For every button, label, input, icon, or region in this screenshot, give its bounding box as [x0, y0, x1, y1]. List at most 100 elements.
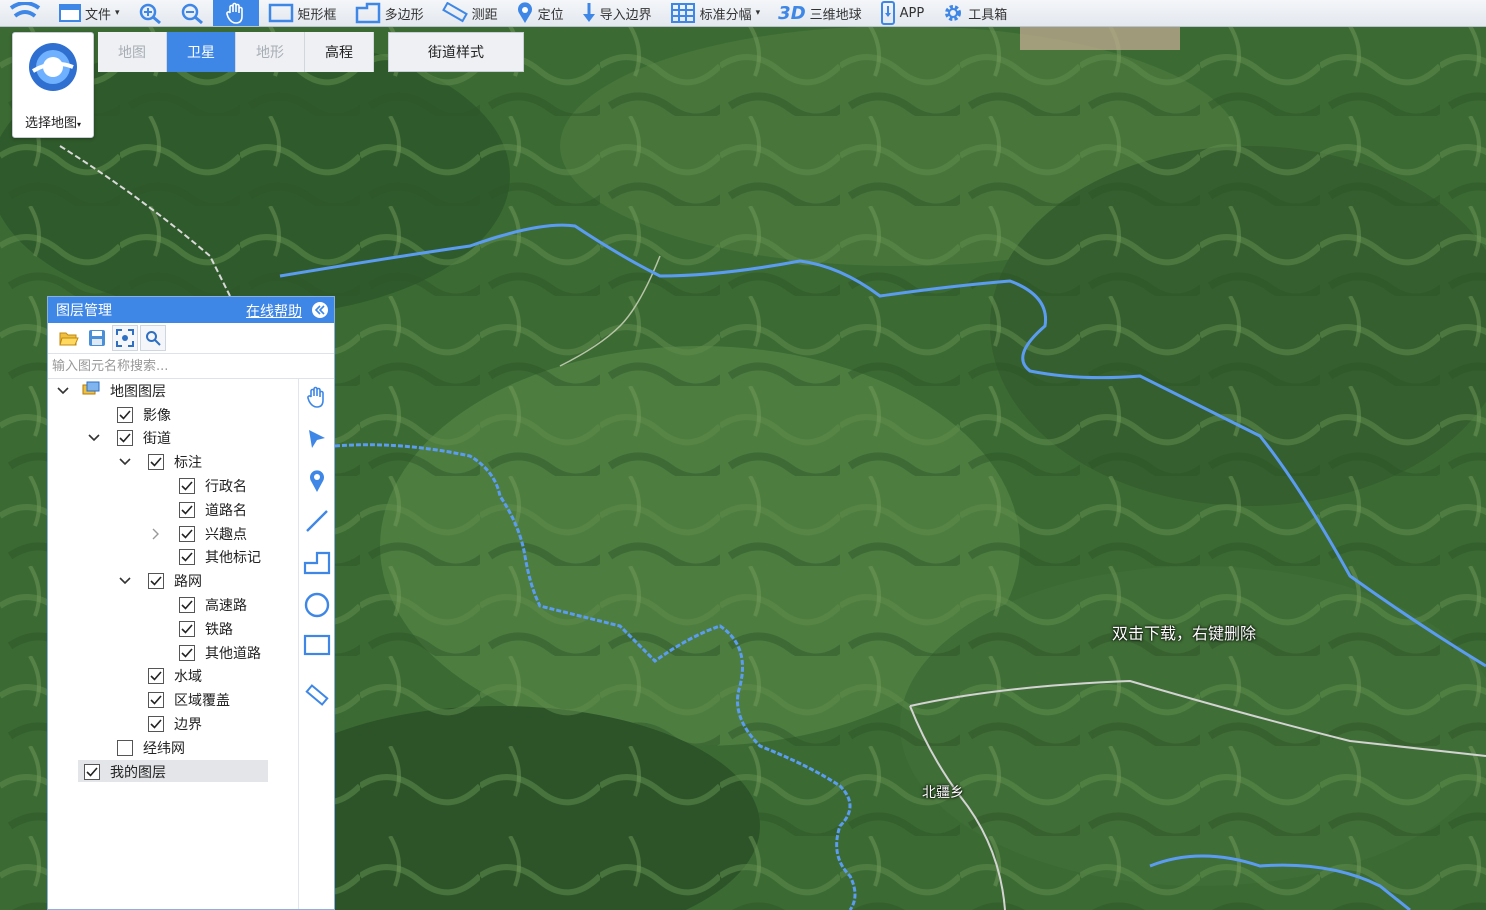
- gear-icon: [945, 5, 962, 21]
- rectangle-tool-button[interactable]: [301, 629, 333, 661]
- layer-checkbox[interactable]: [179, 549, 195, 566]
- map-type-map[interactable]: 地图: [98, 32, 167, 72]
- locate-button[interactable]: 定位: [507, 0, 573, 26]
- app-button[interactable]: APP: [871, 0, 934, 26]
- layer-checkbox[interactable]: [84, 763, 100, 780]
- layer-tree-item[interactable]: 其他标记: [48, 546, 296, 570]
- online-help-link[interactable]: 在线帮助: [246, 301, 302, 321]
- pan-button[interactable]: [212, 0, 259, 26]
- layer-tree-label: 高速路: [205, 598, 247, 615]
- layer-checkbox[interactable]: [179, 478, 195, 495]
- layer-checkbox[interactable]: [179, 620, 195, 637]
- layer-checkbox[interactable]: [117, 739, 133, 756]
- polyline-tool-button[interactable]: [301, 547, 333, 579]
- map-chooser-label: 选择地图: [24, 116, 77, 131]
- zoom-in-button[interactable]: [129, 0, 171, 26]
- measure-button[interactable]: 测距: [433, 0, 507, 26]
- open-folder-button[interactable]: [56, 325, 82, 351]
- map-type-terrain[interactable]: 地形: [236, 32, 305, 72]
- rectangle-select-button[interactable]: 矩形框: [259, 0, 346, 26]
- layer-tree-label: 其他道路: [205, 645, 261, 662]
- layer-checkbox[interactable]: [148, 454, 164, 471]
- layer-checkbox[interactable]: [179, 597, 195, 614]
- street-style-button[interactable]: 街道样式: [388, 32, 524, 72]
- layer-tree-item[interactable]: 我的图层: [48, 759, 296, 784]
- import-boundary-label: 导入边界: [599, 7, 652, 23]
- map-chooser-button[interactable]: 选择地图▾: [12, 32, 94, 138]
- file-menu[interactable]: 文件 ▾: [50, 0, 129, 26]
- polygon-select-icon: [355, 2, 380, 24]
- standard-sheet-label: 标准分幅: [699, 7, 752, 23]
- layer-tree-item[interactable]: 行政名: [48, 474, 296, 498]
- layer-tree-item[interactable]: 边界: [48, 712, 296, 736]
- search-button[interactable]: [140, 325, 166, 351]
- map-type-elevation[interactable]: 高程: [305, 32, 374, 72]
- layer-tree-item[interactable]: 经纬网: [48, 736, 296, 760]
- layer-search-input[interactable]: [48, 357, 294, 375]
- layer-tree-label: 影像: [143, 407, 171, 424]
- pan-tool-button[interactable]: [301, 381, 333, 413]
- measure-tool-button[interactable]: [301, 679, 333, 711]
- polygon-select-label: 多边形: [384, 7, 424, 23]
- layer-panel-header: 图层管理 在线帮助: [48, 297, 334, 323]
- layer-tree-item[interactable]: 区域覆盖: [48, 688, 296, 712]
- hand-pan-icon: [307, 386, 324, 408]
- open-folder-icon: [59, 332, 79, 346]
- layer-checkbox[interactable]: [148, 573, 164, 590]
- extent-icon: [116, 329, 134, 347]
- layer-tree-item[interactable]: 道路名: [48, 498, 296, 522]
- layer-tree-item[interactable]: 标注: [48, 450, 296, 474]
- chevron-down-icon[interactable]: [87, 431, 101, 445]
- layer-checkbox[interactable]: [179, 501, 195, 518]
- layer-tree-item[interactable]: 其他道路: [48, 641, 296, 665]
- layer-tree-item[interactable]: 高速路: [48, 593, 296, 617]
- chevron-down-icon: ▾: [755, 8, 761, 18]
- globe-icon: [29, 43, 77, 91]
- globe-3d-label: 三维地球: [809, 7, 862, 23]
- layer-checkbox[interactable]: [148, 716, 164, 733]
- layer-tree-item[interactable]: 路网: [48, 569, 296, 593]
- layer-checkbox[interactable]: [148, 692, 164, 709]
- layer-tree-label: 经纬网: [143, 740, 185, 757]
- layer-checkbox[interactable]: [117, 430, 133, 447]
- layer-checkbox[interactable]: [148, 668, 164, 685]
- layer-tree-item[interactable]: 影像: [48, 403, 296, 427]
- polygon-select-button[interactable]: 多边形: [346, 0, 433, 26]
- chevron-right-icon[interactable]: [149, 527, 163, 541]
- map-type-satellite[interactable]: 卫星: [167, 32, 236, 72]
- rectangle-select-label: 矩形框: [297, 7, 337, 23]
- 3d-icon: 3D: [778, 2, 806, 24]
- zoom-out-button[interactable]: [171, 0, 213, 26]
- toolbox-button[interactable]: 工具箱: [933, 0, 1016, 26]
- marker-tool-button[interactable]: [301, 465, 333, 497]
- collapse-panel-icon[interactable]: [312, 302, 328, 318]
- layer-checkbox[interactable]: [117, 406, 133, 423]
- import-boundary-button[interactable]: 导入边界: [573, 0, 661, 26]
- file-menu-label: 文件: [85, 7, 112, 23]
- circle-tool-button[interactable]: [301, 589, 333, 621]
- top-toolbar: 文件 ▾ 矩形框 多边形 测距 定位 导入边界 标准分幅 ▾ 3D 三维地球 A: [0, 0, 1486, 27]
- select-tool-button[interactable]: [301, 423, 333, 455]
- chevron-down-icon[interactable]: [118, 455, 132, 469]
- app-logo-icon: [0, 0, 50, 26]
- phone-icon: [880, 1, 895, 25]
- layer-tree-item[interactable]: 水域: [48, 665, 296, 689]
- layer-tree-item[interactable]: 地图图层: [48, 379, 296, 403]
- layer-tree-label: 水域: [174, 669, 202, 686]
- zoom-to-extent-button[interactable]: [112, 325, 138, 351]
- zoom-out-icon: [181, 3, 203, 24]
- save-button[interactable]: [84, 325, 110, 351]
- layer-checkbox[interactable]: [179, 644, 195, 661]
- chevron-down-icon[interactable]: [56, 384, 70, 398]
- line-tool-button[interactable]: [301, 505, 333, 537]
- layer-tree-item[interactable]: 铁路: [48, 617, 296, 641]
- globe-3d-button[interactable]: 3D 三维地球: [769, 0, 870, 26]
- chevron-down-icon[interactable]: [118, 574, 132, 588]
- toolbox-label: 工具箱: [968, 7, 1008, 23]
- layer-tree-item[interactable]: 街道: [48, 427, 296, 451]
- layer-tree-item[interactable]: 兴趣点: [48, 522, 296, 546]
- chevron-down-icon: ▾: [115, 8, 120, 18]
- standard-sheet-menu[interactable]: 标准分幅 ▾: [661, 0, 770, 26]
- layer-checkbox[interactable]: [179, 525, 195, 542]
- layer-tree-label: 地图图层: [110, 383, 166, 400]
